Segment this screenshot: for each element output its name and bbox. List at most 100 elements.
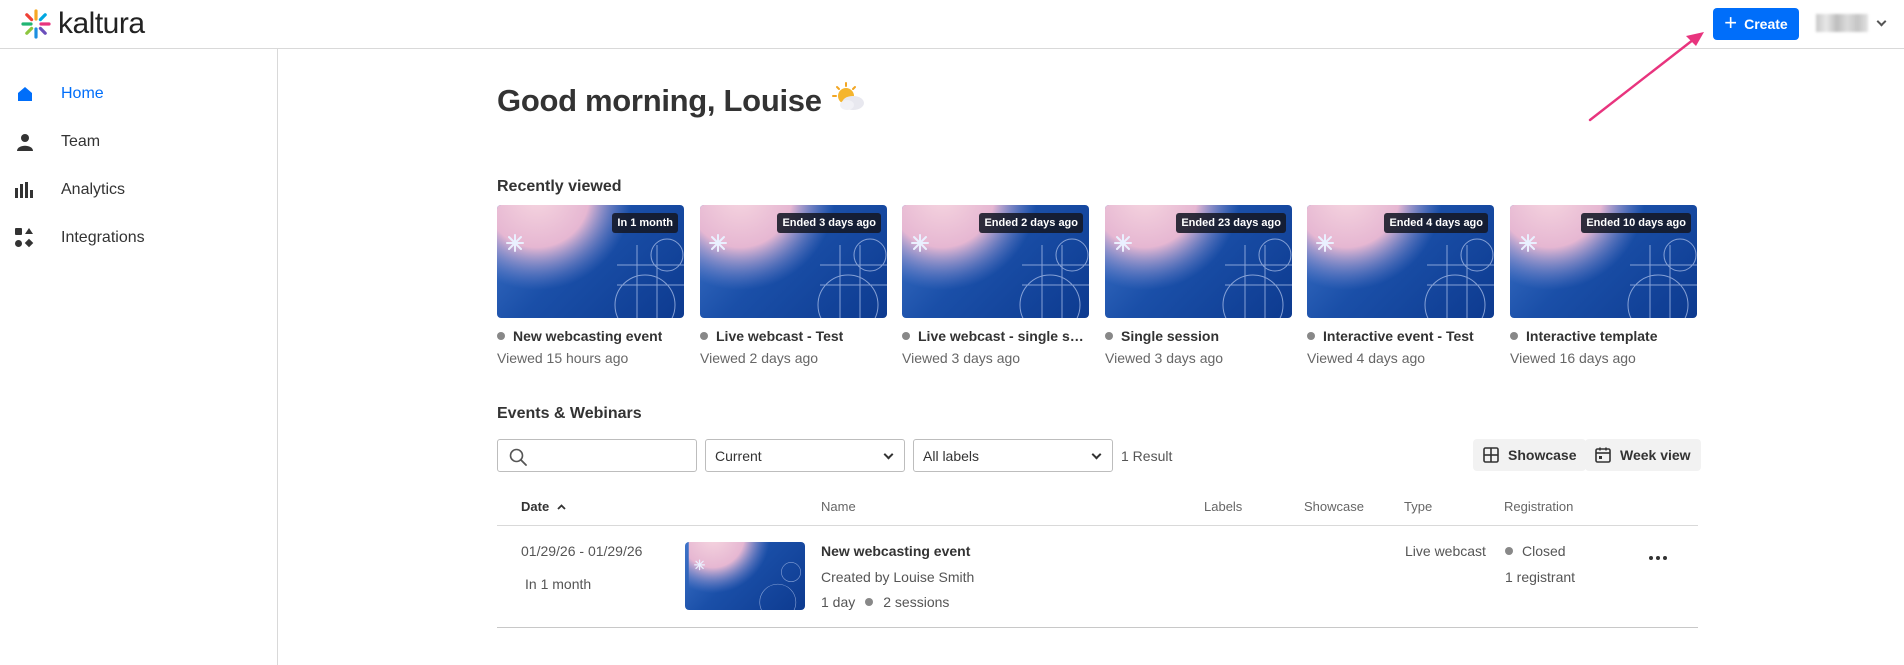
- card-thumbnail[interactable]: Ended 3 days ago: [700, 205, 887, 318]
- sidebar-item-label: Analytics: [61, 181, 126, 198]
- status-dot: [700, 332, 708, 340]
- showcase-button[interactable]: Showcase: [1473, 439, 1587, 471]
- home-icon: [15, 84, 35, 104]
- sidebar-item-label: Team: [61, 133, 101, 150]
- row-registrants: 1 registrant: [1505, 569, 1576, 585]
- card-title[interactable]: New webcasting event: [497, 328, 684, 344]
- kaltura-logo[interactable]: kaltura: [20, 7, 145, 41]
- more-options-icon[interactable]: [1646, 548, 1670, 568]
- status-dot: [1307, 332, 1315, 340]
- recent-card[interactable]: Ended 4 days ago Interactive event - Test…: [1307, 205, 1494, 366]
- recent-card[interactable]: Ended 2 days ago Live webcast - single se…: [902, 205, 1089, 366]
- status-badge: Ended 2 days ago: [979, 213, 1083, 233]
- sidebar-item-analytics[interactable]: Analytics: [0, 170, 277, 210]
- avatar: [1816, 14, 1868, 32]
- kaltura-logo-icon: [21, 9, 51, 39]
- card-viewed-time: Viewed 3 days ago: [1105, 350, 1224, 366]
- status-dot: [902, 332, 910, 340]
- events-title: Events & Webinars: [497, 405, 642, 422]
- card-title[interactable]: Single session: [1105, 328, 1292, 344]
- card-thumbnail[interactable]: Ended 4 days ago: [1307, 205, 1494, 318]
- sidebar-item-integrations[interactable]: Integrations: [0, 218, 277, 258]
- status-badge: Ended 23 days ago: [1176, 213, 1286, 233]
- event-thumbnail[interactable]: [685, 542, 805, 610]
- week-view-button[interactable]: Week view: [1585, 439, 1701, 471]
- sidebar-item-team[interactable]: Team: [0, 122, 277, 162]
- sidebar: Home Team Analytics Integrations: [0, 49, 278, 665]
- table-bottom-divider: [497, 627, 1698, 628]
- search-input[interactable]: [532, 445, 692, 467]
- card-title-text: New webcasting event: [513, 328, 663, 344]
- showcase-button-label: Showcase: [1508, 447, 1577, 463]
- recent-card[interactable]: In 1 month New webcasting event Viewed 15 …: [497, 205, 684, 366]
- status-badge: Ended 4 days ago: [1384, 213, 1488, 233]
- status-dot: [1510, 332, 1518, 340]
- status-select-value: Current: [715, 447, 762, 464]
- column-header-label: Date: [521, 499, 550, 514]
- recently-viewed-title: Recently viewed: [497, 178, 622, 195]
- separator-dot: [865, 598, 874, 606]
- card-title-text: Single session: [1121, 328, 1220, 344]
- create-button[interactable]: + Create: [1713, 8, 1799, 40]
- user-menu[interactable]: [1816, 14, 1887, 32]
- table-divider: [497, 525, 1698, 526]
- sort-up-icon: [557, 503, 566, 510]
- row-created-by: Created by Louise Smith: [821, 569, 975, 585]
- card-title-text: Interactive event - Test: [1323, 328, 1474, 344]
- bar-chart-icon: [15, 180, 35, 200]
- column-header-registration: Registration: [1504, 499, 1574, 514]
- status-badge: In 1 month: [612, 213, 678, 233]
- card-viewed-time: Viewed 2 days ago: [700, 350, 819, 366]
- status-select[interactable]: Current: [705, 439, 905, 472]
- recent-card[interactable]: Ended 23 days ago Single session Viewed 3 …: [1105, 205, 1292, 366]
- card-title-text: Live webcast - single session: [918, 328, 1089, 344]
- card-viewed-time: Viewed 15 hours ago: [497, 350, 629, 366]
- column-header-showcase: Showcase: [1304, 499, 1364, 514]
- row-relative-date: In 1 month: [525, 576, 592, 592]
- card-thumbnail[interactable]: Ended 2 days ago: [902, 205, 1089, 318]
- row-date-range: 01/29/26 - 01/29/26: [521, 543, 643, 559]
- card-viewed-time: Viewed 4 days ago: [1307, 350, 1426, 366]
- card-title-text: Live webcast - Test: [716, 328, 844, 344]
- card-title[interactable]: Live webcast - single session: [902, 328, 1089, 344]
- create-button-label: Create: [1744, 16, 1788, 32]
- chevron-down-icon: [1876, 16, 1887, 26]
- person-icon: [15, 132, 35, 152]
- status-dot: [1505, 547, 1513, 555]
- card-title[interactable]: Interactive event - Test: [1307, 328, 1494, 344]
- status-badge: Ended 10 days ago: [1581, 213, 1691, 233]
- status-badge: Closed: [1522, 543, 1566, 559]
- row-sessions: 2 sessions: [883, 594, 950, 610]
- column-header-labels: Labels: [1204, 499, 1243, 514]
- page-title: Good morning, Louise: [497, 82, 866, 120]
- recent-card[interactable]: Ended 10 days ago Interactive template Vie…: [1510, 205, 1697, 366]
- search-field[interactable]: [497, 439, 697, 472]
- column-header-date[interactable]: Date: [521, 499, 566, 514]
- calendar-icon: [1595, 447, 1611, 463]
- annotation-arrow-icon: [1588, 32, 1704, 122]
- card-thumbnail[interactable]: Ended 23 days ago: [1105, 205, 1292, 318]
- result-count: 1 Result: [1121, 448, 1173, 464]
- card-viewed-time: Viewed 3 days ago: [902, 350, 1021, 366]
- sidebar-item-home[interactable]: Home: [0, 74, 277, 114]
- status-dot: [497, 332, 505, 340]
- search-icon: [509, 448, 527, 466]
- chevron-down-icon: [1091, 449, 1102, 460]
- logo-text: kaltura: [58, 7, 145, 40]
- card-title[interactable]: Live webcast - Test: [700, 328, 887, 344]
- labels-select[interactable]: All labels: [913, 439, 1113, 472]
- card-thumbnail[interactable]: In 1 month: [497, 205, 684, 318]
- week-view-button-label: Week view: [1620, 447, 1691, 463]
- card-title[interactable]: Interactive template: [1510, 328, 1697, 344]
- recent-card[interactable]: Ended 3 days ago Live webcast - Test Viewe…: [700, 205, 887, 366]
- card-viewed-time: Viewed 16 days ago: [1510, 350, 1636, 366]
- card-title-text: Interactive template: [1526, 328, 1658, 344]
- plus-icon: +: [1724, 10, 1738, 35]
- row-type: Live webcast: [1405, 543, 1486, 559]
- sidebar-item-label: Integrations: [61, 229, 145, 246]
- greeting-text: Good morning, Louise: [497, 83, 822, 118]
- row-event-name[interactable]: New webcasting event: [821, 543, 970, 559]
- labels-select-value: All labels: [923, 447, 980, 464]
- row-duration: 1 day: [821, 594, 856, 610]
- card-thumbnail[interactable]: Ended 10 days ago: [1510, 205, 1697, 318]
